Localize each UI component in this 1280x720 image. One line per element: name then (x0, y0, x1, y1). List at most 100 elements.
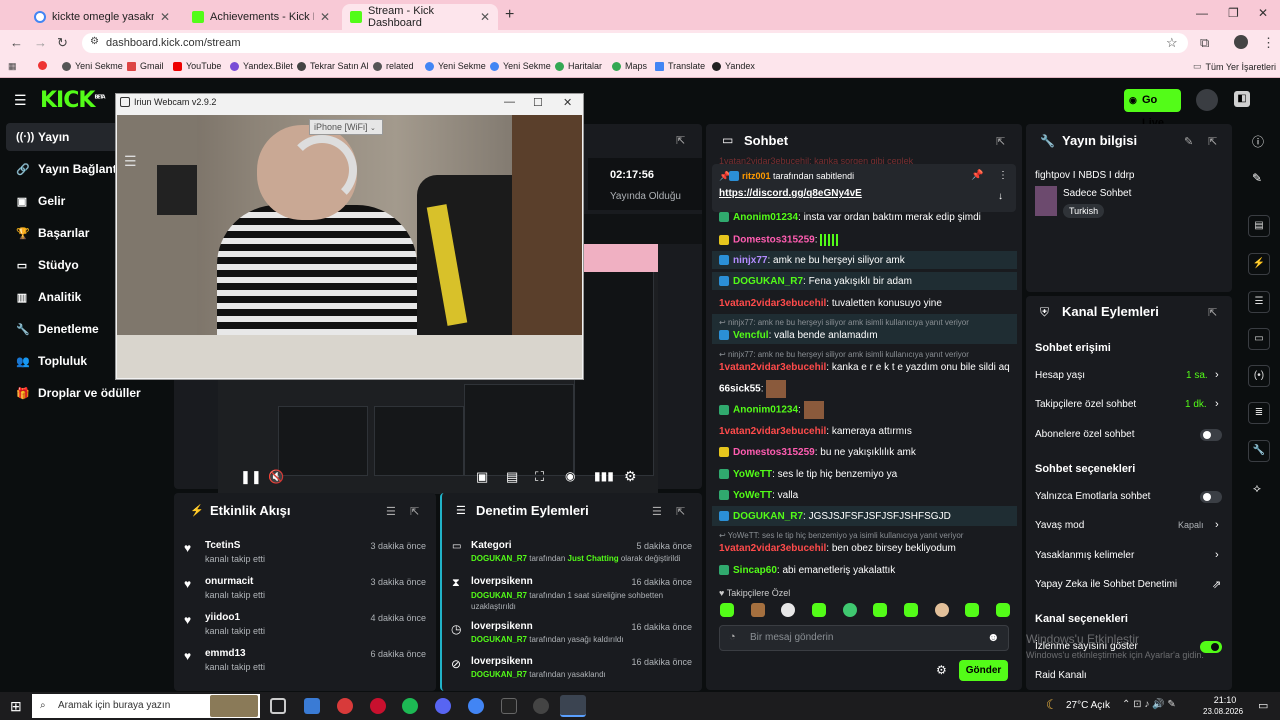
stream-category[interactable]: Sadece Sohbet (1063, 188, 1131, 199)
close-tab-icon[interactable]: ✕ (160, 10, 170, 24)
pause-icon[interactable]: ❚❚ (240, 469, 262, 485)
filter-icon[interactable]: ☰ (386, 505, 396, 518)
browser-tab[interactable]: Achievements - Kick Dashboard ✕ (184, 4, 338, 30)
emoji-picker-icon[interactable]: ☻ (987, 630, 1000, 644)
tray-icons[interactable]: ⌃ ⊡ ♪ 🔊 ✎ (1122, 699, 1176, 710)
emote-icon[interactable] (903, 603, 918, 617)
task-view-icon[interactable] (270, 698, 286, 714)
slow-mode-label[interactable]: Yavaş mod (1035, 520, 1084, 531)
all-bookmarks[interactable]: ▭ Tüm Yer İşaretleri (1193, 61, 1276, 72)
site-info-icon[interactable]: ⚙ (90, 36, 99, 47)
popout-icon[interactable]: ⇱ (676, 505, 685, 518)
taskbar-time[interactable]: 21:10 (1208, 695, 1242, 705)
obs-icon[interactable] (501, 698, 517, 714)
maximize-icon[interactable]: ❐ (1228, 6, 1239, 20)
bookmark-item[interactable]: Yeni Sekme (62, 61, 123, 71)
chat-settings-icon[interactable]: ⚙ (936, 663, 947, 677)
extensions-icon[interactable]: ⧉ (1200, 35, 1209, 51)
chrome-icon[interactable] (468, 698, 484, 714)
url-input[interactable]: dashboard.kick.com/stream (82, 33, 1188, 53)
webcam-maximize-icon[interactable]: ☐ (533, 96, 543, 109)
activity-user[interactable]: TcetinS (205, 540, 240, 551)
list-icon[interactable]: ☰ (1248, 291, 1270, 313)
wrench-icon[interactable]: 🔧 (1248, 440, 1270, 462)
browser-tab[interactable]: kickte omegle yasakmı - Googl ✕ (26, 4, 178, 30)
followers-only-label[interactable]: Takipçilere özel sohbet (1035, 399, 1136, 410)
lightning-icon[interactable]: ⚡ (1248, 253, 1270, 275)
popout-icon[interactable]: ⇱ (410, 505, 419, 518)
emote-icon[interactable] (842, 603, 857, 617)
webcam-minimize-icon[interactable]: — (504, 96, 515, 108)
info-icon[interactable]: ⓘ (1252, 133, 1264, 150)
close-window-icon[interactable]: ✕ (1258, 6, 1268, 20)
emotes-only-toggle[interactable] (1200, 491, 1222, 503)
browser-tab-active[interactable]: Stream - Kick Dashboard ✕ (342, 4, 498, 30)
kick-logo[interactable]: KICKBETA (40, 88, 106, 113)
chevron-right-icon[interactable]: › (1215, 549, 1219, 561)
forward-icon[interactable]: → (34, 35, 47, 50)
stats-icon[interactable]: ▮▮▮ (594, 469, 614, 483)
notification-icon[interactable]: ▭ (1258, 699, 1268, 712)
emote-icon[interactable] (720, 603, 734, 617)
explorer-icon[interactable] (304, 698, 320, 714)
theater-icon[interactable]: ▤ (506, 469, 518, 485)
unpin-icon[interactable]: 📌 (971, 170, 983, 181)
emote-icon[interactable] (934, 603, 949, 617)
bookmark-item[interactable]: Yeni Sekme (490, 61, 551, 71)
stack-icon[interactable]: ≣ (1248, 402, 1270, 424)
reload-icon[interactable]: ↻ (57, 35, 68, 51)
close-tab-icon[interactable]: ✕ (480, 10, 490, 24)
bookmark-item[interactable]: related (373, 61, 414, 71)
edit-icon[interactable]: ✎ (1252, 171, 1262, 185)
weather-text[interactable]: 27°C Açık (1066, 700, 1110, 711)
popout-icon[interactable]: ⇱ (996, 135, 1005, 148)
bookmark-item[interactable]: Yandex.Bilet (230, 61, 293, 71)
taskbar-date[interactable]: 23.08.2026 (1203, 707, 1243, 716)
webcam-device-select[interactable]: iPhone [WiFi] ⌄ (309, 119, 383, 135)
stream-tag[interactable]: Turkish (1063, 204, 1105, 218)
emote-icon[interactable] (781, 603, 796, 617)
iriun-taskbar-icon[interactable] (560, 695, 586, 717)
emote-icon[interactable] (811, 603, 826, 617)
windows-start-icon[interactable]: ⊞ (10, 698, 22, 715)
banned-words-label[interactable]: Yasaklanmış kelimeler (1035, 550, 1134, 561)
chevron-right-icon[interactable]: › (1215, 369, 1219, 381)
hamburger-menu-icon[interactable]: ☰ (14, 92, 27, 109)
emote-icon[interactable] (873, 603, 888, 617)
popout-icon[interactable]: ⇱ (676, 134, 685, 147)
webcam-close-icon[interactable]: ✕ (563, 96, 572, 109)
edit-icon[interactable]: ✎ (1184, 135, 1193, 148)
mod-action-target[interactable]: Kategori (471, 540, 512, 551)
back-icon[interactable]: ← (10, 35, 23, 50)
share-icon[interactable]: ⟡ (1253, 481, 1261, 496)
emote-icon[interactable] (995, 603, 1010, 617)
mod-action-target[interactable]: loverpsikenn (471, 656, 533, 667)
ai-moderation-label[interactable]: Yapay Zeka ile Sohbet Denetimi (1035, 579, 1177, 590)
pinned-link[interactable]: https://discord.gg/q8eGNy4vE (719, 188, 862, 199)
spotify-icon[interactable] (402, 698, 418, 714)
mod-action-target[interactable]: loverpsikenn (471, 621, 533, 632)
minimize-icon[interactable]: — (1196, 6, 1208, 20)
bookmark-item[interactable]: Translate (655, 61, 705, 71)
go-live-button[interactable]: ◉ Go Live (1124, 89, 1181, 129)
raid-channel-label[interactable]: Raid Kanalı (1035, 670, 1087, 681)
profile-avatar[interactable] (1234, 35, 1248, 49)
bookmark-star-icon[interactable]: ☆ (1166, 35, 1178, 51)
app-icon[interactable] (337, 698, 353, 714)
external-link-icon[interactable]: ⇗ (1212, 578, 1221, 591)
chevron-right-icon[interactable]: › (1215, 398, 1219, 410)
bookmark-item[interactable]: Yeni Sekme (425, 61, 486, 71)
bookmark-item[interactable]: Gmail (127, 61, 164, 71)
send-button[interactable]: Gönder (959, 660, 1008, 681)
fullscreen-icon[interactable]: ⛶ (535, 469, 544, 485)
pip-icon[interactable]: ▣ (476, 469, 488, 485)
bookmark-item[interactable]: YouTube (173, 61, 221, 71)
chat-icon[interactable]: ▭ (1248, 328, 1270, 350)
dashboard-switch-icon[interactable]: ◧ (1234, 91, 1250, 107)
activity-user[interactable]: yiidoo1 (205, 612, 240, 623)
camera-icon[interactable]: ◉ (565, 469, 575, 483)
filter-icon[interactable]: ☰ (652, 505, 662, 518)
emote-icon[interactable] (750, 603, 765, 617)
emote-icon[interactable] (965, 603, 980, 617)
activity-user[interactable]: emmd13 (205, 648, 246, 659)
